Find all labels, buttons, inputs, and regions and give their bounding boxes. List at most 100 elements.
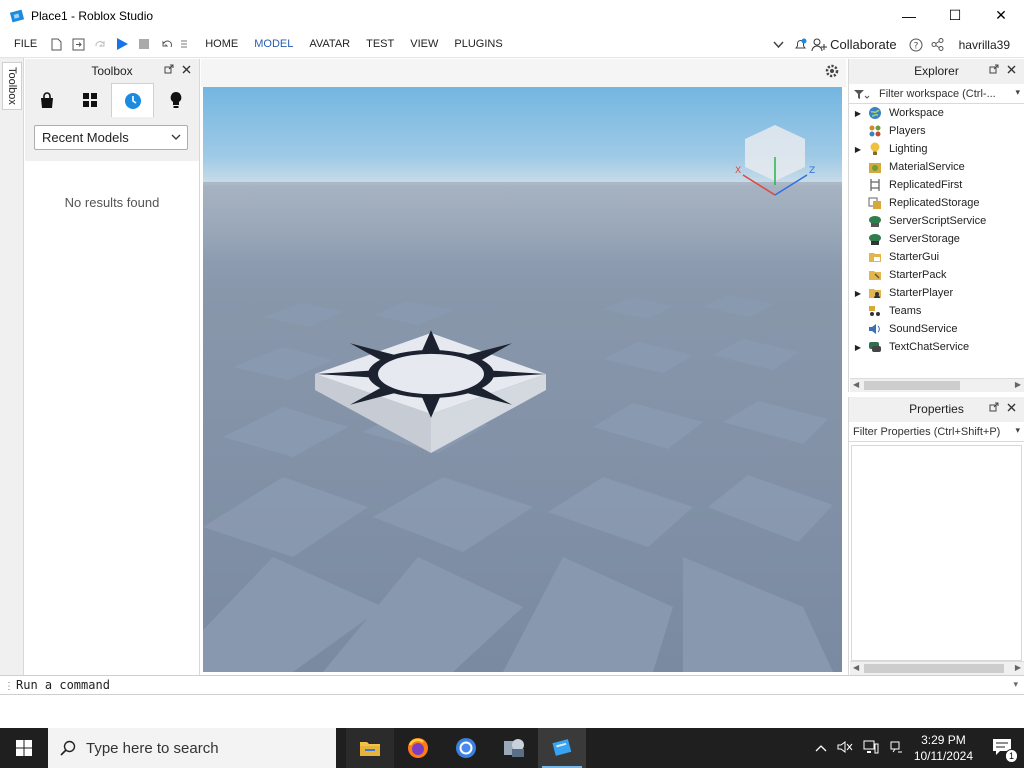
expand-arrow-icon[interactable]: ▶ <box>849 289 867 298</box>
tree-item-server-script-service[interactable]: ServerScriptService <box>849 212 1024 230</box>
toolbox-side-tab[interactable]: Toolbox <box>2 62 22 110</box>
start-button[interactable] <box>0 728 48 768</box>
collaborate-button[interactable]: Collaborate <box>811 37 897 52</box>
app-icon <box>504 739 524 757</box>
taskbar-firefox[interactable] <box>394 728 442 768</box>
chevron-up-icon[interactable] <box>815 741 827 755</box>
tab-avatar[interactable]: AVATAR <box>301 31 358 58</box>
notification-count-badge: 1 <box>1005 748 1018 763</box>
toolbox-close-icon[interactable] <box>182 59 191 83</box>
replicated-first-icon <box>867 178 883 192</box>
tree-item-text-chat-service[interactable]: ▶ TextChatService <box>849 338 1024 356</box>
tree-item-starter-gui[interactable]: StarterGui <box>849 248 1024 266</box>
tree-item-lighting[interactable]: ▶ Lighting <box>849 140 1024 158</box>
taskbar-chrome[interactable] <box>442 728 490 768</box>
new-file-icon[interactable] <box>45 31 67 58</box>
scrollbar-thumb[interactable] <box>864 381 960 390</box>
help-icon[interactable]: ? <box>905 31 927 58</box>
properties-filter-placeholder: Filter Properties (Ctrl+Shift+P) <box>853 425 1001 438</box>
close-window-button[interactable]: ✕ <box>978 0 1024 31</box>
recent-tab[interactable] <box>111 83 154 117</box>
tree-item-starter-player[interactable]: ▶ StarterPlayer <box>849 284 1024 302</box>
scroll-left-icon[interactable]: ◀ <box>853 380 859 389</box>
explorer-horizontal-scrollbar[interactable]: ◀ ▶ <box>850 378 1024 392</box>
command-bar[interactable]: ⋮ Run a command ▾ <box>0 675 1024 695</box>
maximize-button[interactable]: ☐ <box>932 0 978 31</box>
taskbar-search-placeholder: Type here to search <box>86 739 219 757</box>
quick-access-dropdown-icon[interactable] <box>177 31 191 58</box>
tab-view[interactable]: VIEW <box>402 31 446 58</box>
toolbox-panel: Toolbox Recent Models No results found <box>25 59 200 675</box>
taskbar-clock[interactable]: 3:29 PM 10/11/2024 <box>914 732 973 764</box>
tree-item-material-service[interactable]: MaterialService <box>849 158 1024 176</box>
tree-item-label: Lighting <box>889 143 928 155</box>
language-icon[interactable] <box>889 740 903 757</box>
expand-ribbon-icon[interactable] <box>767 31 789 58</box>
tree-item-sound-service[interactable]: SoundService <box>849 320 1024 338</box>
taskbar-search-box[interactable]: Type here to search <box>48 728 336 768</box>
category-dropdown[interactable]: Recent Models <box>34 125 188 150</box>
stop-icon[interactable] <box>133 31 155 58</box>
properties-close-icon[interactable] <box>1007 397 1016 422</box>
explorer-filter-dropdown-icon[interactable]: ▾ <box>1015 87 1020 98</box>
tree-item-players[interactable]: Players <box>849 122 1024 140</box>
scroll-right-icon[interactable]: ▶ <box>1015 380 1021 389</box>
tree-item-label: StarterGui <box>889 251 940 263</box>
taskbar-app-4[interactable] <box>490 728 538 768</box>
inventory-tab[interactable] <box>68 83 111 117</box>
explorer-panel: Explorer Filter workspace (Ctrl-... ▾ ▶ … <box>848 59 1024 392</box>
tree-item-starter-pack[interactable]: StarterPack <box>849 266 1024 284</box>
expand-arrow-icon[interactable]: ▶ <box>849 109 867 118</box>
volume-muted-icon[interactable] <box>837 740 853 757</box>
tree-item-workspace[interactable]: ▶ Workspace <box>849 104 1024 122</box>
properties-filter-dropdown-icon[interactable]: ▾ <box>1015 425 1020 436</box>
tree-item-teams[interactable]: Teams <box>849 302 1024 320</box>
scroll-left-icon[interactable]: ◀ <box>853 663 859 672</box>
expand-arrow-icon[interactable]: ▶ <box>849 145 867 154</box>
tree-item-replicated-first[interactable]: ReplicatedFirst <box>849 176 1024 194</box>
undock-icon[interactable] <box>164 59 174 83</box>
tree-item-server-storage[interactable]: ServerStorage <box>849 230 1024 248</box>
workspace-icon <box>867 106 883 120</box>
viewport-settings-icon[interactable] <box>824 63 840 82</box>
scroll-right-icon[interactable]: ▶ <box>1015 663 1021 672</box>
command-input[interactable]: Run a command <box>16 678 110 692</box>
properties-horizontal-scrollbar[interactable]: ◀ ▶ <box>850 661 1024 675</box>
notification-center-icon[interactable]: 1 <box>992 738 1018 763</box>
minimize-button[interactable]: — <box>886 0 932 31</box>
redo-icon[interactable] <box>89 31 111 58</box>
scrollbar-thumb[interactable] <box>864 664 1004 673</box>
properties-title: Properties <box>909 402 964 416</box>
command-history-dropdown-icon[interactable]: ▾ <box>1013 676 1018 694</box>
tab-plugins[interactable]: PLUGINS <box>446 31 510 58</box>
notification-bell-icon[interactable] <box>789 31 811 58</box>
tab-home[interactable]: HOME <box>197 31 246 58</box>
taskbar-file-explorer[interactable] <box>346 728 394 768</box>
menu-file[interactable]: FILE <box>6 31 45 58</box>
username[interactable]: havrilla39 <box>959 38 1010 52</box>
tab-model[interactable]: MODEL <box>246 31 301 58</box>
properties-undock-icon[interactable] <box>989 397 999 422</box>
expand-arrow-icon[interactable]: ▶ <box>849 343 867 352</box>
tree-item-label: TextChatService <box>889 341 970 353</box>
tree-item-label: ServerScriptService <box>889 215 987 227</box>
marketplace-tab[interactable] <box>25 83 68 117</box>
tree-item-label: ServerStorage <box>889 233 960 245</box>
publish-icon[interactable] <box>67 31 89 58</box>
3d-viewport[interactable]: Z X <box>203 87 842 672</box>
properties-filter-input[interactable]: Filter Properties (Ctrl+Shift+P) ▾ <box>849 422 1024 442</box>
tree-item-replicated-storage[interactable]: ReplicatedStorage <box>849 194 1024 212</box>
play-icon[interactable] <box>111 31 133 58</box>
system-tray: 3:29 PM 10/11/2024 1 <box>810 728 1024 768</box>
taskbar-roblox-studio[interactable] <box>538 728 586 768</box>
undo-icon[interactable] <box>155 31 177 58</box>
network-icon[interactable] <box>863 740 879 757</box>
shopping-bag-icon <box>40 91 53 108</box>
tab-test[interactable]: TEST <box>358 31 402 58</box>
share-icon[interactable] <box>927 31 949 58</box>
creations-tab[interactable] <box>154 83 197 117</box>
explorer-undock-icon[interactable] <box>989 59 999 84</box>
explorer-close-icon[interactable] <box>1007 59 1016 84</box>
lighting-icon <box>867 142 883 156</box>
explorer-filter-input[interactable]: Filter workspace (Ctrl-... ▾ <box>849 84 1024 104</box>
